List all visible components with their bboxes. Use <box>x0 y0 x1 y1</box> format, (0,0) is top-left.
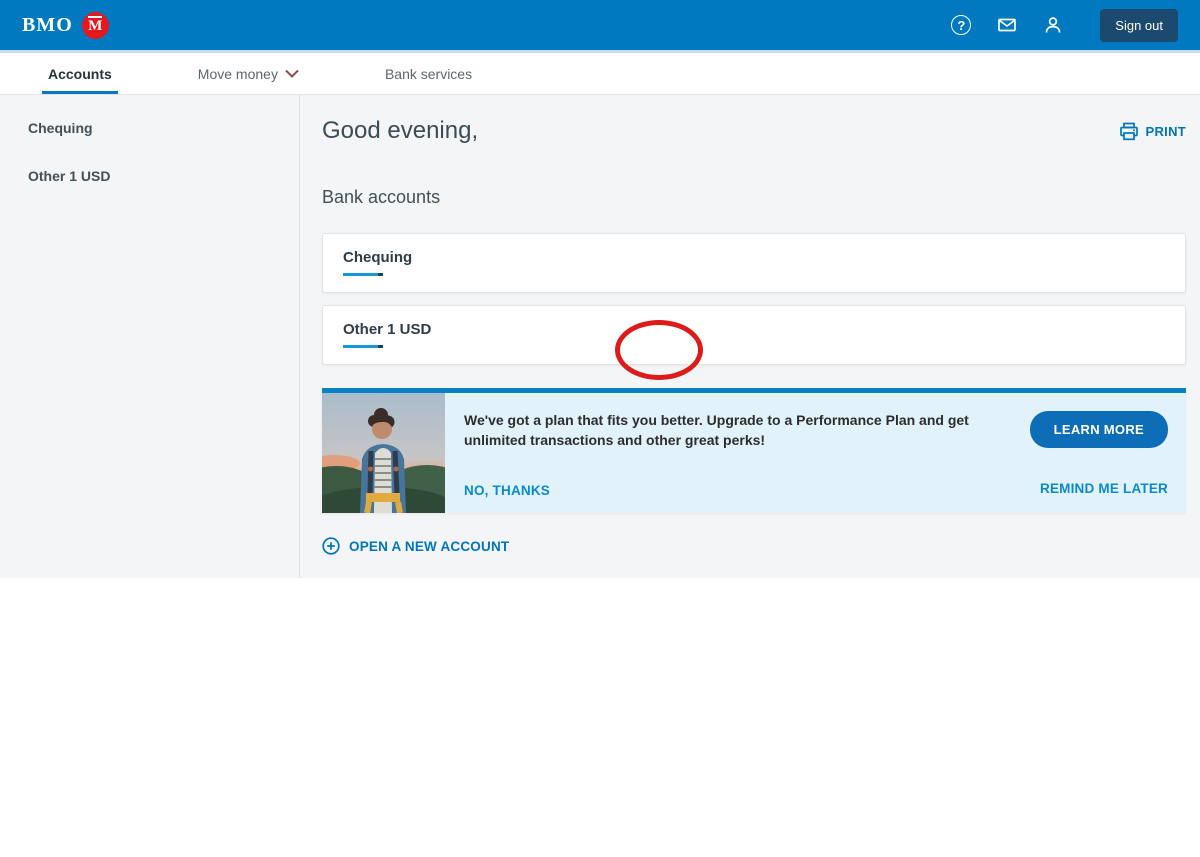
tab-accounts[interactable]: Accounts <box>42 53 118 94</box>
main-nav: Accounts Move money Bank services <box>0 53 1200 95</box>
print-button[interactable]: PRINT <box>1119 122 1187 141</box>
profile-icon[interactable] <box>1042 14 1064 36</box>
section-title-bank-accounts: Bank accounts <box>322 187 1186 208</box>
accounts-sidebar: Chequing Other 1 USD <box>0 95 300 578</box>
main-panel: Good evening, PRINT Bank accounts Chequi… <box>300 95 1200 578</box>
tab-move-money[interactable]: Move money <box>192 53 305 94</box>
remind-me-later-button[interactable]: REMIND ME LATER <box>1040 481 1168 496</box>
tab-accounts-label: Accounts <box>48 66 112 82</box>
bmo-logo-text: BMO <box>22 14 73 37</box>
print-label: PRINT <box>1146 124 1187 139</box>
greeting-row: Good evening, PRINT <box>322 117 1186 145</box>
promo-banner: We've got a plan that fits you better. U… <box>322 388 1186 513</box>
promo-actions: LEARN MORE REMIND ME LATER <box>1001 393 1186 513</box>
app-header: BMO M ? Sign out <box>0 0 1200 53</box>
printer-icon <box>1119 122 1139 141</box>
bmo-roundel-icon: M <box>82 12 109 39</box>
open-new-account-button[interactable]: OPEN A NEW ACCOUNT <box>322 537 509 555</box>
account-name: Chequing <box>343 249 412 266</box>
promo-photo <box>322 393 445 513</box>
sidebar-item-label: Chequing <box>28 120 93 136</box>
sign-out-button[interactable]: Sign out <box>1100 9 1178 42</box>
open-new-account-label: OPEN A NEW ACCOUNT <box>349 539 509 554</box>
chevron-down-icon <box>285 69 299 78</box>
account-card-other-1-usd[interactable]: Other 1 USD <box>322 305 1186 365</box>
bmo-roundel-letter: M <box>88 16 102 34</box>
promo-message: We've got a plan that fits you better. U… <box>464 410 1001 451</box>
promo-body: We've got a plan that fits you better. U… <box>445 393 1001 513</box>
account-active-indicator <box>343 273 383 276</box>
account-cards: Chequing Other 1 USD <box>322 233 1186 365</box>
header-actions: ? Sign out <box>950 9 1178 42</box>
tab-move-money-label: Move money <box>198 66 278 82</box>
page: BMO M ? Sign out <box>0 0 1200 857</box>
mail-icon[interactable] <box>996 14 1018 36</box>
learn-more-button[interactable]: LEARN MORE <box>1030 411 1168 448</box>
bmo-logo[interactable]: BMO M <box>22 12 109 39</box>
help-icon[interactable]: ? <box>950 14 972 36</box>
account-active-indicator <box>343 345 383 348</box>
account-card-chequing[interactable]: Chequing <box>322 233 1186 293</box>
sidebar-item-other-1-usd[interactable]: Other 1 USD <box>28 160 299 192</box>
content-area: Chequing Other 1 USD Good evening, PRINT <box>0 95 1200 578</box>
sidebar-item-chequing[interactable]: Chequing <box>28 112 299 144</box>
tab-bank-services[interactable]: Bank services <box>379 53 478 94</box>
account-name: Other 1 USD <box>343 321 431 338</box>
plus-circle-icon <box>322 537 340 555</box>
page-greeting: Good evening, <box>322 117 478 145</box>
tab-bank-services-label: Bank services <box>385 66 472 82</box>
no-thanks-button[interactable]: NO, THANKS <box>464 483 1001 498</box>
sidebar-item-label: Other 1 USD <box>28 168 110 184</box>
